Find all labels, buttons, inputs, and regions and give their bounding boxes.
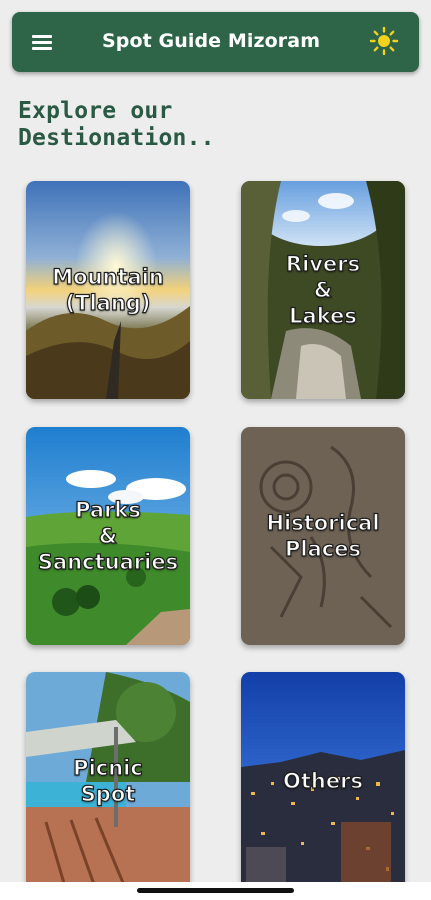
page-heading: Explore our Destionation.. — [18, 98, 215, 151]
category-label: Parks & Sanctuaries — [37, 497, 179, 574]
category-label: Mountain (Tlang) — [52, 264, 165, 315]
category-label: Picnic Spot — [73, 755, 144, 806]
category-card-parks-sanctuaries[interactable]: Parks & Sanctuaries — [26, 427, 190, 645]
category-card-mountain[interactable]: Mountain (Tlang) — [26, 181, 190, 399]
category-label: Rivers & Lakes — [285, 251, 361, 328]
app-title: Spot Guide Mizoram — [102, 30, 321, 52]
category-label: Historical Places — [266, 510, 380, 561]
category-card-rivers-lakes[interactable]: Rivers & Lakes — [241, 181, 405, 399]
app-bar: Spot Guide Mizoram — [12, 12, 419, 72]
category-card-others[interactable]: Others — [241, 672, 405, 890]
category-card-picnic-spot[interactable]: Picnic Spot — [26, 672, 190, 890]
home-indicator[interactable] — [137, 888, 294, 893]
hamburger-menu-icon[interactable] — [32, 33, 54, 51]
category-card-historical-places[interactable]: Historical Places — [241, 427, 405, 645]
sun-icon[interactable] — [369, 26, 399, 56]
category-label: Others — [282, 768, 363, 793]
